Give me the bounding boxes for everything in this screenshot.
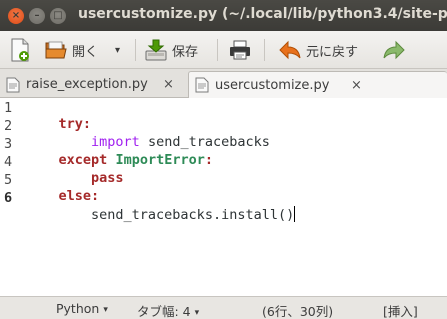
- window-titlebar: × – □ usercustomize.py (~/.local/lib/pyt…: [0, 0, 447, 31]
- chevron-down-icon: ▾: [103, 305, 108, 315]
- line-number: 2: [4, 118, 13, 134]
- print-button[interactable]: [228, 37, 252, 63]
- toolbar-separator: [264, 39, 265, 61]
- language-label: Python: [56, 301, 100, 316]
- line-number-gutter: 1 2 3 4 5 6: [0, 98, 26, 296]
- open-recent-dropdown[interactable]: ▾: [115, 37, 120, 63]
- line-number: 5: [4, 172, 13, 188]
- window-title: usercustomize.py (~/.local/lib/python3.4…: [78, 6, 447, 22]
- tab-width-selector[interactable]: タブ幅: 4 ▾: [137, 301, 199, 319]
- tab-width-label: タブ幅: 4: [137, 304, 191, 319]
- line-number: 3: [4, 136, 13, 152]
- save-label: 保存: [172, 44, 199, 60]
- current-line-number: 6: [4, 190, 13, 206]
- document-tab-bar: raise_exception.py × usercustomize.py ×: [0, 69, 447, 98]
- close-tab-icon[interactable]: ×: [351, 78, 362, 93]
- code-editor[interactable]: 1 2 3 4 5 6 try: import send_tracebacks …: [0, 98, 447, 296]
- colon-token: :: [204, 152, 213, 168]
- python-file-icon: [6, 77, 20, 92]
- undo-button[interactable]: 元に戻す: [278, 37, 358, 63]
- close-tab-icon[interactable]: ×: [163, 77, 174, 92]
- python-file-icon: [195, 77, 209, 93]
- save-button[interactable]: 保存: [144, 37, 198, 63]
- printer-icon: [230, 40, 250, 60]
- statusbar: Python ▾ タブ幅: 4 ▾ (6行、30列) [挿入]: [0, 296, 447, 319]
- window-maximize-button[interactable]: □: [50, 8, 66, 24]
- language-selector[interactable]: Python ▾: [56, 301, 108, 316]
- open-button[interactable]: 開く: [44, 37, 98, 63]
- text-cursor: [294, 206, 296, 222]
- code-text: send_tracebacks.install(): [58, 207, 295, 223]
- line-number: 4: [4, 154, 13, 170]
- chevron-down-icon: ▾: [115, 44, 121, 56]
- redo-button[interactable]: [382, 37, 406, 63]
- exception-token: ImportError: [115, 152, 205, 168]
- save-icon: [145, 39, 167, 61]
- tab-usercustomize[interactable]: usercustomize.py ×: [188, 71, 447, 98]
- new-document-icon: [11, 38, 29, 62]
- code-line: send_tracebacks.install(): [26, 190, 296, 239]
- window-minimize-button[interactable]: –: [29, 8, 45, 24]
- toolbar: 開く ▾ 保存 元に戻す: [0, 31, 447, 69]
- open-label: 開く: [72, 44, 99, 60]
- chevron-down-icon: ▾: [194, 308, 200, 318]
- window-close-button[interactable]: ×: [8, 8, 24, 24]
- undo-arrow-icon: [279, 40, 301, 60]
- redo-arrow-icon: [383, 40, 405, 60]
- tab-label: usercustomize.py: [215, 77, 330, 93]
- insert-mode-indicator: [挿入]: [383, 304, 418, 319]
- tab-label: raise_exception.py: [26, 77, 148, 92]
- new-document-button[interactable]: [9, 37, 31, 63]
- toolbar-separator: [135, 39, 136, 61]
- undo-label: 元に戻す: [306, 44, 359, 60]
- tab-raise-exception[interactable]: raise_exception.py ×: [0, 71, 187, 98]
- folder-open-icon: [45, 41, 67, 59]
- cursor-position: (6行、30列): [262, 304, 334, 319]
- line-number: 1: [4, 100, 13, 116]
- toolbar-separator: [217, 39, 218, 61]
